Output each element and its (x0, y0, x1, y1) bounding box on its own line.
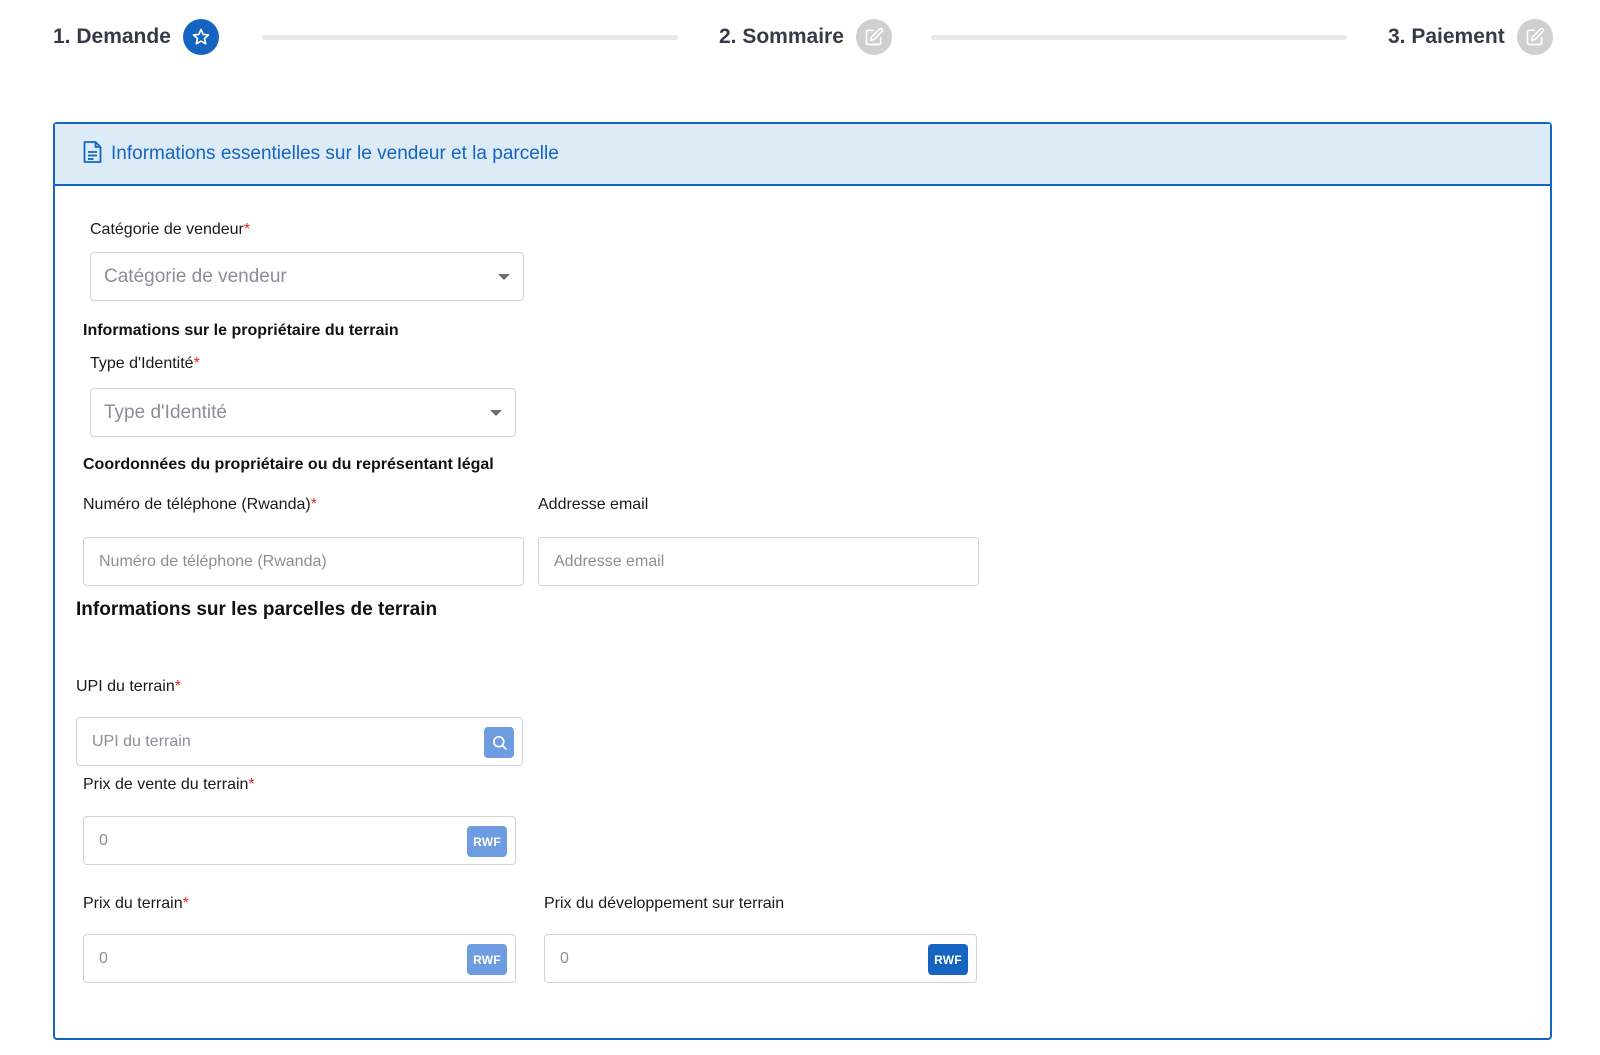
label-text: Numéro de téléphone (Rwanda) (83, 496, 311, 513)
parcels-section-title: Informations sur les parcelles de terrai… (76, 599, 438, 620)
development-price-label: Prix du développement sur terrain (544, 895, 785, 912)
required-mark: * (174, 678, 181, 695)
card-title: Informations essentielles sur le vendeur… (111, 143, 559, 164)
phone-label: Numéro de téléphone (Rwanda)* (83, 496, 317, 514)
seller-parcel-card: Informations essentielles sur le vendeur… (53, 122, 1552, 1040)
email-input[interactable] (539, 538, 978, 585)
caret-down-icon (498, 274, 510, 280)
land-price-label: Prix du terrain* (83, 895, 189, 913)
required-mark: * (193, 355, 200, 372)
phone-field[interactable] (83, 537, 524, 586)
step-connector (931, 35, 1347, 40)
email-field[interactable] (538, 537, 979, 586)
upi-field[interactable] (76, 717, 523, 766)
development-price-input[interactable] (545, 935, 976, 982)
label-text: Catégorie de vendeur (90, 221, 244, 238)
required-mark: * (248, 776, 255, 793)
search-button[interactable] (484, 727, 514, 758)
land-price-field[interactable]: RWF (83, 934, 516, 983)
upi-label: UPI du terrain* (76, 678, 181, 696)
required-mark: * (182, 895, 189, 912)
currency-addon: RWF (467, 826, 507, 857)
progress-stepper: 1. Demande 2. Sommaire 3. Paiement (0, 0, 1600, 80)
step-paiement[interactable]: 3. Paiement (1388, 18, 1553, 56)
label-text: Prix du terrain (83, 895, 183, 912)
currency-addon: RWF (467, 944, 507, 975)
select-placeholder: Type d'Identité (104, 401, 227, 423)
sale-price-input[interactable] (84, 817, 515, 864)
step-sommaire[interactable]: 2. Sommaire (719, 18, 892, 56)
label-text: Prix de vente du terrain (83, 776, 249, 793)
required-mark: * (243, 221, 251, 238)
edit-icon (855, 19, 892, 55)
email-label: Addresse email (538, 496, 649, 513)
sale-price-field[interactable]: RWF (83, 816, 516, 865)
development-price-field[interactable]: RWF (544, 934, 977, 983)
edit-icon (1516, 19, 1553, 55)
owner-section-title: Informations sur le propriétaire du terr… (83, 322, 399, 339)
step-label: 1. Demande (53, 25, 171, 48)
step-label: 2. Sommaire (719, 25, 844, 48)
sale-price-label: Prix de vente du terrain* (83, 776, 255, 794)
currency-addon: RWF (928, 944, 968, 975)
step-connector (262, 35, 678, 40)
star-icon (182, 19, 219, 55)
phone-input[interactable] (84, 538, 523, 585)
document-icon (82, 140, 103, 169)
step-demande[interactable]: 1. Demande (53, 18, 219, 56)
label-text: UPI du terrain (76, 678, 175, 695)
label-text: Type d'Identité (90, 355, 194, 372)
card-header: Informations essentielles sur le vendeur… (55, 124, 1550, 186)
required-mark: * (310, 496, 317, 513)
caret-down-icon (490, 410, 502, 416)
identity-type-label: Type d'Identité* (90, 355, 200, 373)
search-icon (492, 735, 507, 750)
step-label: 3. Paiement (1388, 25, 1505, 48)
upi-input[interactable] (77, 718, 522, 765)
identity-type-select[interactable]: Type d'Identité (90, 388, 516, 437)
seller-category-select[interactable]: Catégorie de vendeur (90, 252, 524, 301)
seller-category-label: Catégorie de vendeur* (90, 221, 250, 239)
contact-section-title: Coordonnées du propriétaire ou du représ… (83, 456, 494, 473)
select-placeholder: Catégorie de vendeur (104, 265, 287, 287)
land-price-input[interactable] (84, 935, 515, 982)
